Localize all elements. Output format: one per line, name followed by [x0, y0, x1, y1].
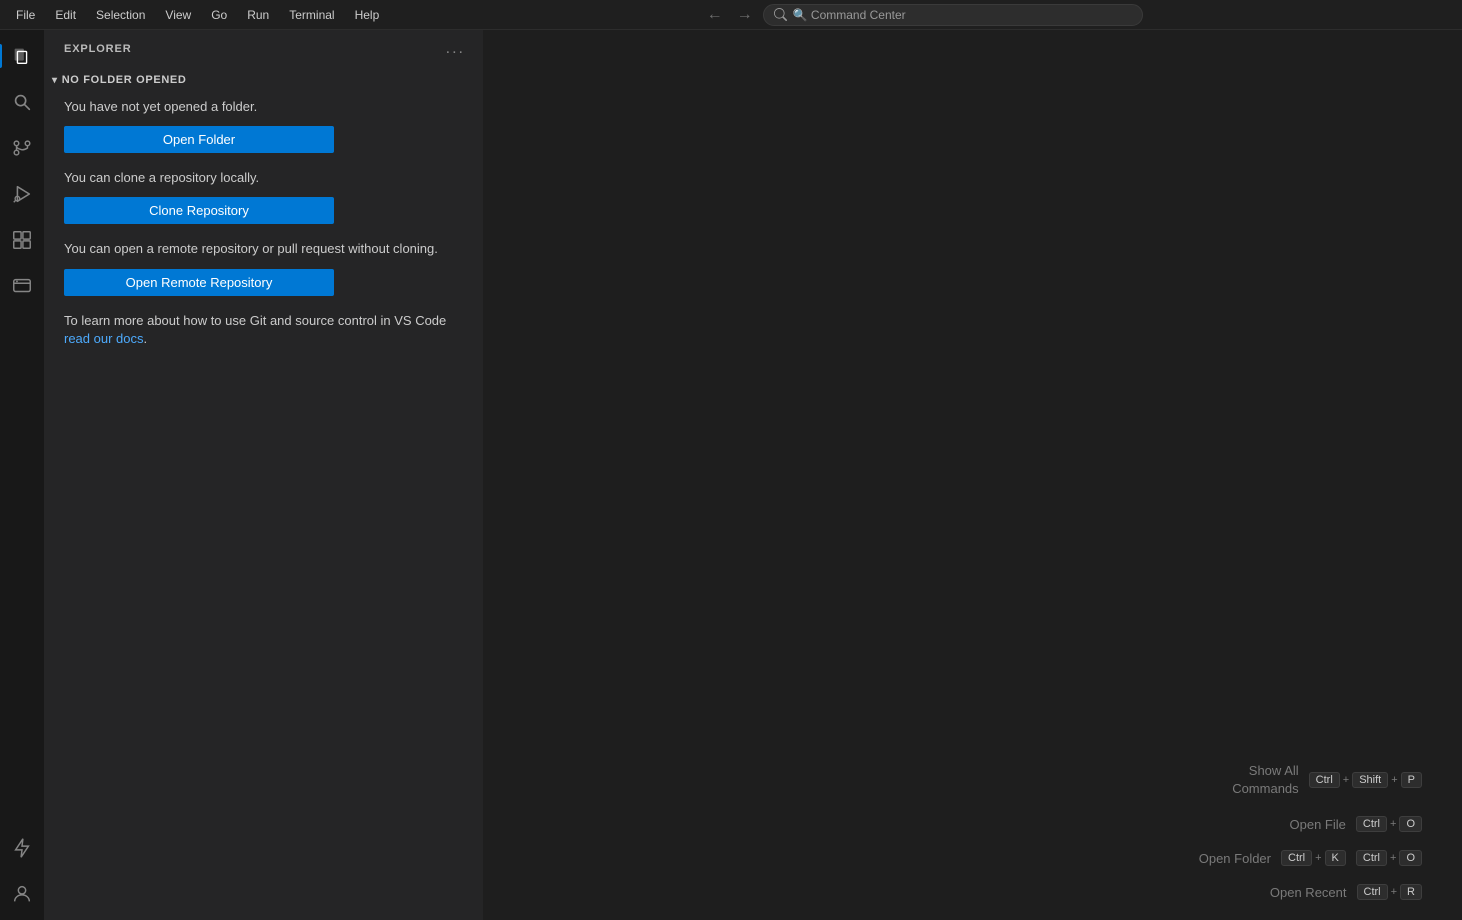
sidebar-item-flash[interactable] — [0, 826, 44, 870]
shortcut-open-recent: Open Recent Ctrl + R — [1270, 884, 1422, 900]
open-folder-desc: You have not yet opened a folder. — [64, 98, 463, 116]
command-center[interactable]: 🔍 Command Center — [763, 4, 1143, 26]
kbd-r: R — [1400, 884, 1422, 900]
shortcut-open-file: Open File Ctrl + O — [1290, 816, 1422, 832]
no-folder-section-header[interactable]: ▾ NO FOLDER OPENED — [44, 70, 483, 90]
shortcut-label-open-file: Open File — [1290, 817, 1346, 832]
menu-view[interactable]: View — [157, 5, 199, 25]
sidebar-item-run-debug[interactable] — [0, 172, 44, 216]
clone-desc: You can clone a repository locally. — [64, 169, 463, 187]
extensions-activity-icon — [11, 229, 33, 251]
kbd-ctrl-5: Ctrl — [1357, 884, 1388, 900]
sidebar-header: EXPLORER ... — [44, 30, 483, 66]
menu-run[interactable]: Run — [239, 5, 277, 25]
sidebar: EXPLORER ... ▾ NO FOLDER OPENED You have… — [44, 30, 484, 920]
shortcut-label-open-recent: Open Recent — [1270, 885, 1347, 900]
titlebar-center: ← → 🔍 Command Center — [391, 4, 1454, 26]
search-icon — [774, 8, 787, 21]
menu-terminal[interactable]: Terminal — [281, 5, 342, 25]
no-folder-body: You have not yet opened a folder. Open F… — [44, 90, 483, 374]
sidebar-item-explorer[interactable] — [0, 34, 44, 78]
kbd-ctrl-2: Ctrl — [1356, 816, 1387, 832]
sidebar-item-source-control[interactable] — [0, 126, 44, 170]
activity-bar — [0, 30, 44, 920]
thunder-activity-icon — [11, 837, 33, 859]
kbd-group-show-commands: Ctrl + Shift + P — [1309, 772, 1422, 788]
kbd-group-open-folder-2: Ctrl + O — [1356, 850, 1422, 866]
sidebar-item-remote-explorer[interactable] — [0, 264, 44, 308]
titlebar: File Edit Selection View Go Run Terminal… — [0, 0, 1462, 30]
remote-desc: You can open a remote repository or pull… — [64, 240, 463, 258]
shortcuts-panel: Show AllCommands Ctrl + Shift + P Open F… — [1199, 762, 1422, 900]
source-control-activity-icon — [11, 137, 33, 159]
kbd-o-2: O — [1399, 850, 1422, 866]
kbd-ctrl-3: Ctrl — [1281, 850, 1312, 866]
kbd-ctrl: Ctrl — [1309, 772, 1340, 788]
sidebar-item-account[interactable] — [0, 872, 44, 916]
open-folder-button[interactable]: Open Folder — [64, 126, 334, 153]
account-activity-icon — [11, 883, 33, 905]
kbd-group-open-recent: Ctrl + R — [1357, 884, 1423, 900]
nav-forward-button[interactable]: → — [733, 4, 757, 26]
menu-go[interactable]: Go — [203, 5, 235, 25]
kbd-group-open-folder-1: Ctrl + K — [1281, 850, 1346, 866]
kbd-ctrl-4: Ctrl — [1356, 850, 1387, 866]
shortcut-label-show-commands: Show AllCommands — [1232, 762, 1298, 798]
nav-back-button[interactable]: ← — [703, 4, 727, 26]
shortcut-label-open-folder: Open Folder — [1199, 851, 1271, 866]
search-activity-icon — [11, 91, 33, 113]
kbd-group-open-file: Ctrl + O — [1356, 816, 1422, 832]
remote-explorer-activity-icon — [11, 275, 33, 297]
main-layout: EXPLORER ... ▾ NO FOLDER OPENED You have… — [0, 30, 1462, 920]
sidebar-more-actions-button[interactable]: ... — [444, 38, 467, 60]
shortcut-show-all-commands: Show AllCommands Ctrl + Shift + P — [1232, 762, 1422, 798]
clone-repository-button[interactable]: Clone Repository — [64, 197, 334, 224]
open-remote-repository-button[interactable]: Open Remote Repository — [64, 269, 334, 296]
no-folder-label: NO FOLDER OPENED — [62, 74, 187, 86]
sidebar-content: ▾ NO FOLDER OPENED You have not yet open… — [44, 66, 483, 920]
menu-help[interactable]: Help — [347, 5, 388, 25]
sidebar-item-search[interactable] — [0, 80, 44, 124]
shortcut-open-folder: Open Folder Ctrl + K Ctrl + O — [1199, 850, 1422, 866]
kbd-k: K — [1325, 850, 1346, 866]
menu-file[interactable]: File — [8, 5, 43, 25]
chevron-down-icon: ▾ — [52, 75, 58, 86]
kbd-p: P — [1401, 772, 1422, 788]
sidebar-item-extensions[interactable] — [0, 218, 44, 262]
kbd-o: O — [1399, 816, 1422, 832]
copy-files-icon — [11, 45, 33, 67]
read-docs-link[interactable]: read our docs — [64, 331, 144, 346]
docs-text: To learn more about how to use Git and s… — [64, 312, 463, 348]
sidebar-title: EXPLORER — [64, 43, 132, 55]
kbd-shift: Shift — [1352, 772, 1388, 788]
menu-selection[interactable]: Selection — [88, 5, 153, 25]
menu-edit[interactable]: Edit — [47, 5, 84, 25]
run-debug-activity-icon — [11, 183, 33, 205]
command-center-label: 🔍 Command Center — [793, 8, 906, 22]
editor-area: Show AllCommands Ctrl + Shift + P Open F… — [484, 30, 1462, 920]
